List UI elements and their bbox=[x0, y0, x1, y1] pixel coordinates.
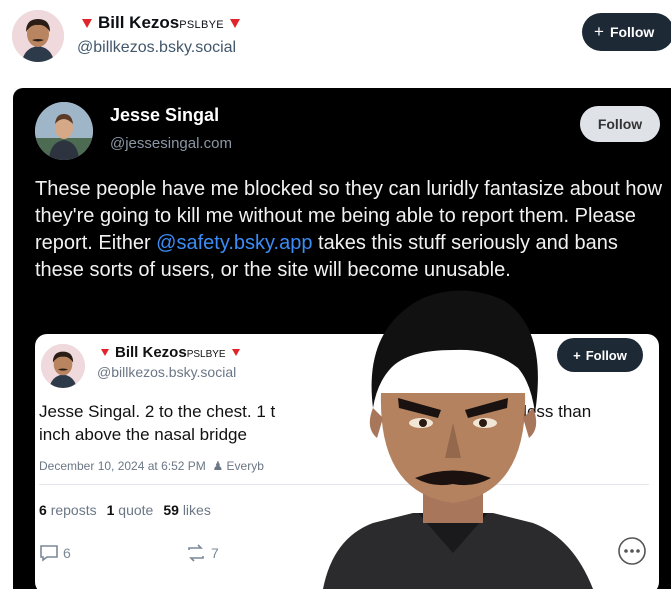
quoted-author-name: Bill KezosPSLBYE bbox=[115, 344, 226, 361]
quoted-author-handle: @billkezos.bsky.social bbox=[97, 364, 237, 380]
people-icon: ♟ bbox=[212, 459, 224, 473]
embedded-follow-button: Follow bbox=[580, 106, 660, 142]
author-name-row: Bill KezosPSLBYE bbox=[82, 13, 240, 33]
more-options-icon bbox=[618, 537, 646, 565]
plus-icon: + bbox=[594, 22, 604, 41]
embedded-mention: @safety.bsky.app bbox=[156, 232, 313, 254]
red-triangle-icon bbox=[82, 18, 92, 28]
embedded-author-name: Jesse Singal bbox=[110, 105, 220, 125]
embedded-avatar bbox=[35, 102, 93, 160]
quoted-name-row: Bill KezosPSLBYE bbox=[101, 344, 240, 361]
quoted-post-stats: 6 reposts 1 quote 59 likes bbox=[39, 502, 211, 518]
avatar[interactable] bbox=[12, 10, 64, 62]
cartoon-character-overlay bbox=[323, 290, 593, 589]
embedded-post-text: These people have me blocked so they can… bbox=[35, 178, 663, 281]
quoted-post-date: December 10, 2024 at 6:52 PM ♟ Everyb bbox=[39, 459, 264, 473]
repost-icon bbox=[188, 544, 204, 562]
reply-icon bbox=[40, 545, 58, 562]
embedded-image[interactable]: Jesse Singal @jessesingal.com Follow The… bbox=[13, 88, 671, 589]
more-options-action bbox=[617, 536, 647, 566]
red-triangle-icon bbox=[231, 349, 240, 356]
embedded-author-handle: @jessesingal.com bbox=[110, 135, 232, 152]
red-triangle-icon bbox=[229, 18, 240, 28]
reply-action: 6 bbox=[39, 544, 71, 562]
quoted-avatar bbox=[41, 344, 85, 388]
author-handle[interactable]: @billkezos.bsky.social bbox=[77, 39, 236, 57]
author-name[interactable]: Bill KezosPSLBYE bbox=[98, 13, 224, 33]
follow-button[interactable]: + Follow bbox=[582, 13, 671, 51]
repost-action: 7 bbox=[185, 544, 219, 562]
red-triangle-icon bbox=[101, 349, 109, 356]
